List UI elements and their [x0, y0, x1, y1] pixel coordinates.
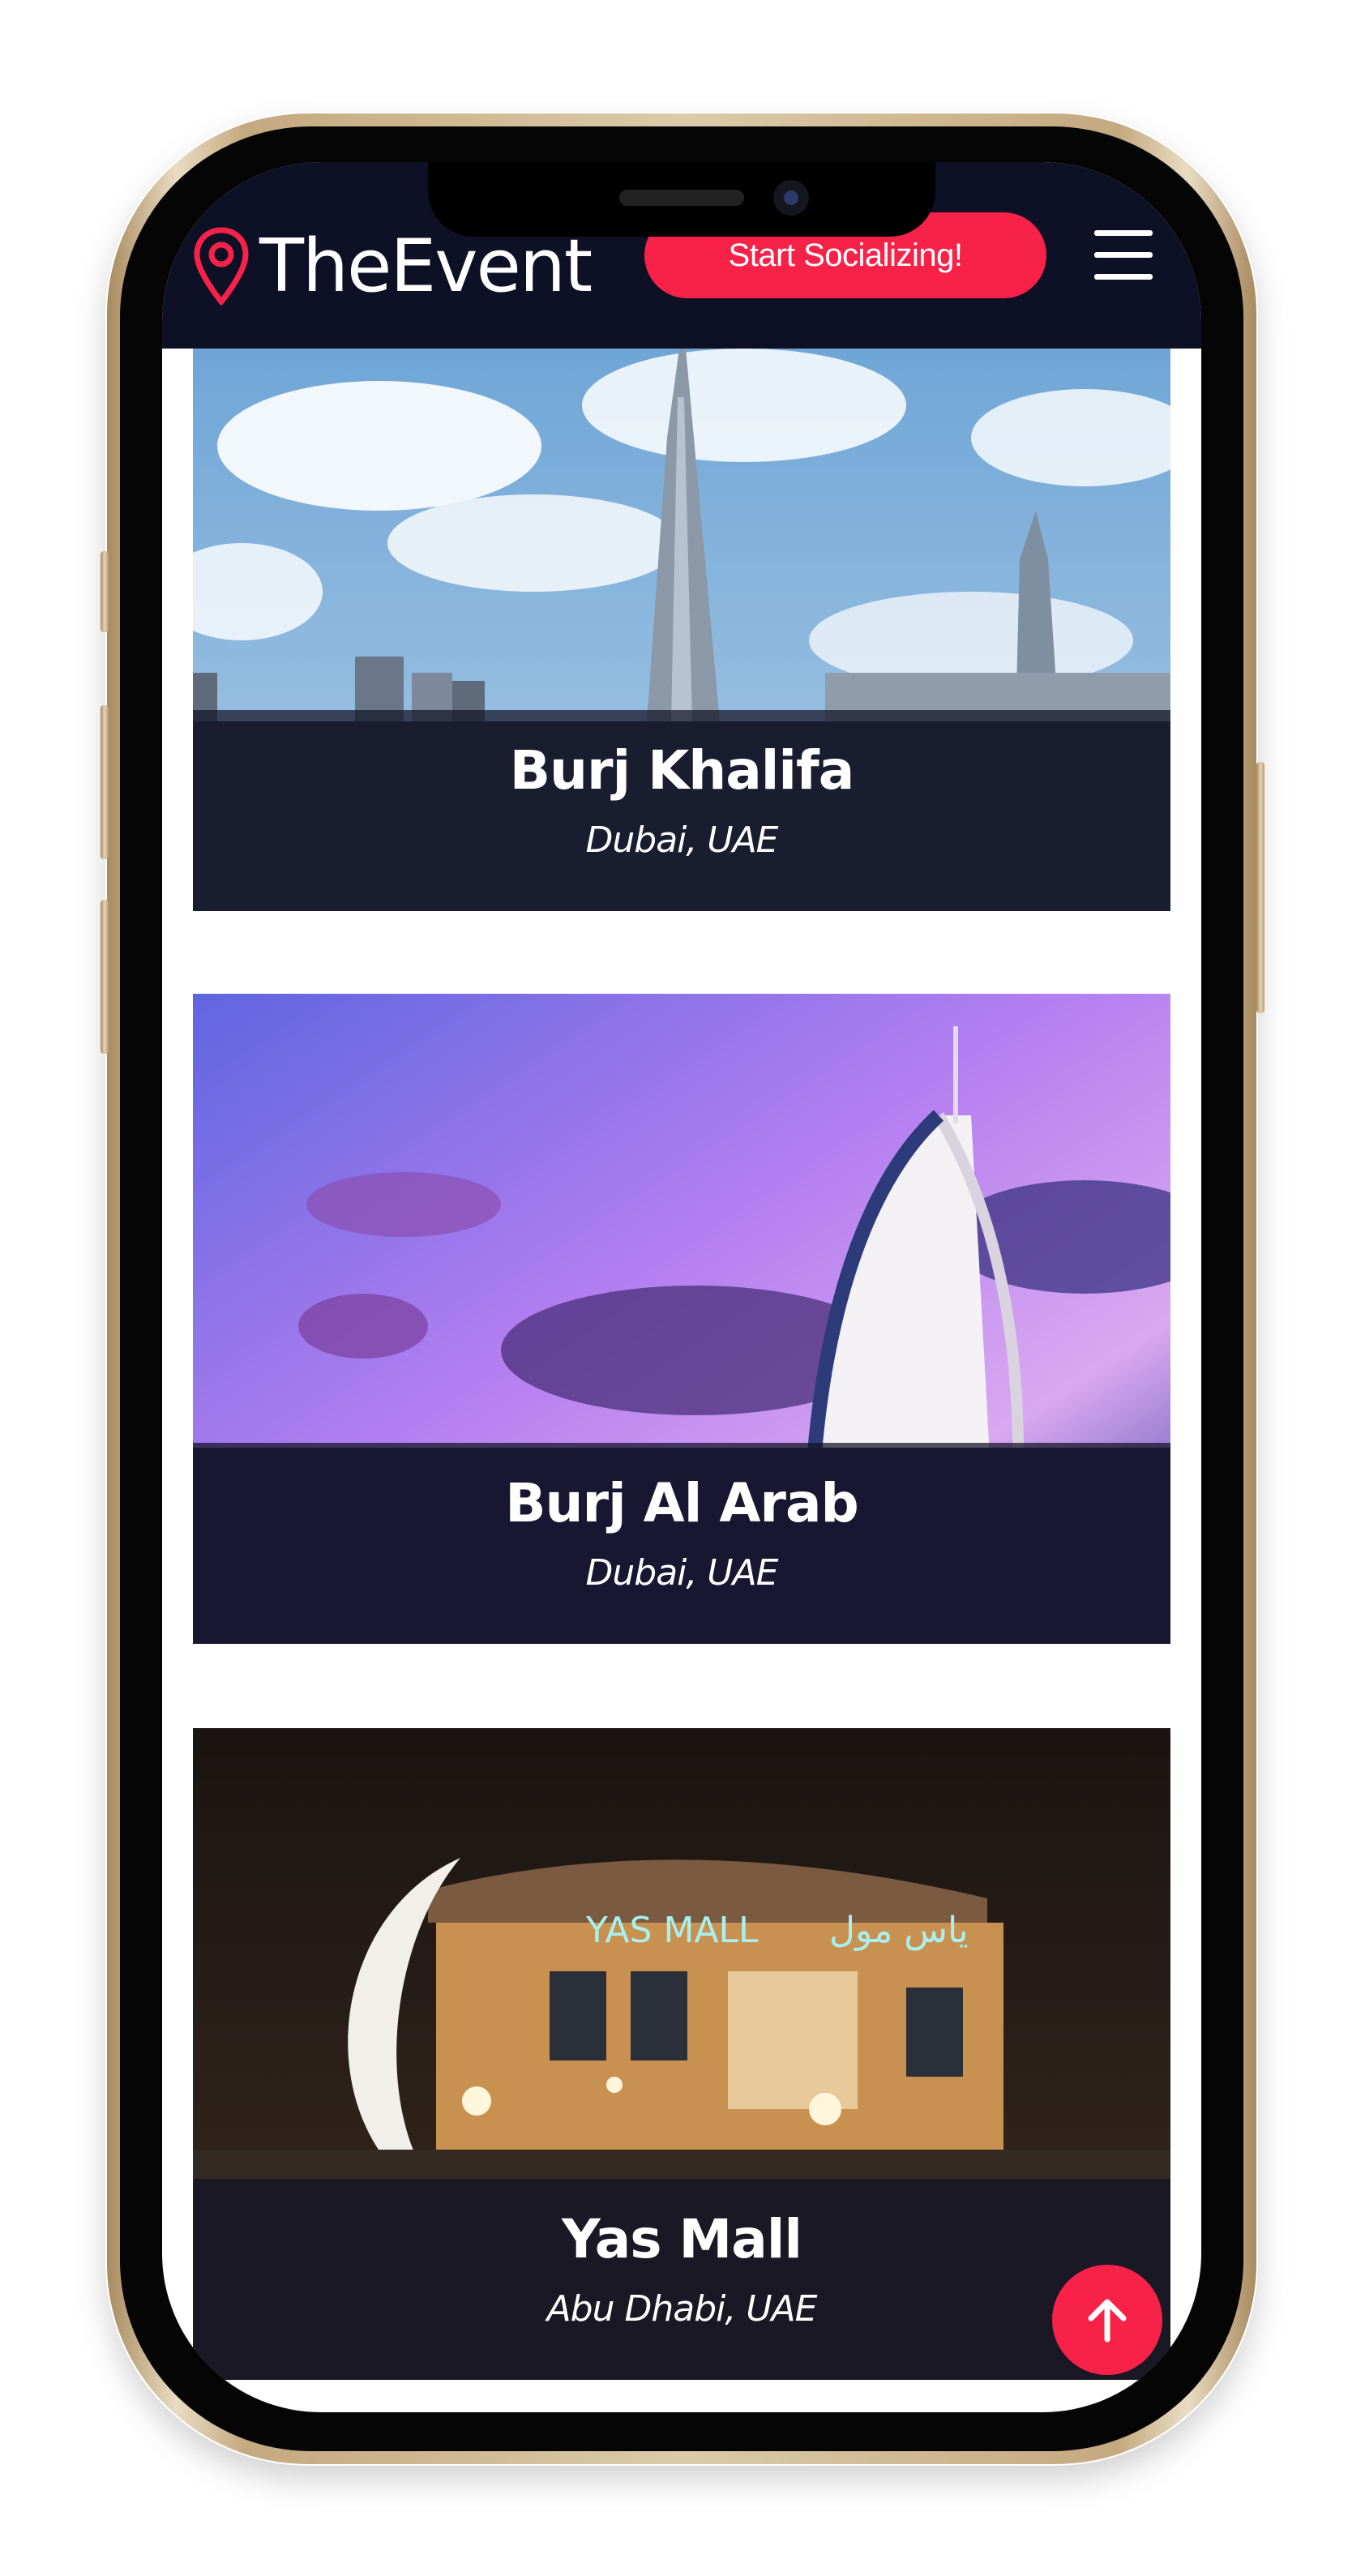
venue-name: Yas Mall: [562, 2208, 802, 2270]
venue-location: Dubai, UAE: [585, 1552, 779, 1594]
mute-switch: [101, 551, 109, 632]
phone-notch: [428, 162, 935, 237]
arrow-up-icon: [1088, 2299, 1127, 2343]
volume-down-button: [101, 900, 109, 1054]
venue-card-burj-al-arab[interactable]: Burj Al Arab Dubai, UAE: [193, 994, 1170, 1644]
venue-location: Dubai, UAE: [585, 819, 779, 861]
power-button: [1256, 762, 1264, 1013]
hamburger-icon[interactable]: [1094, 230, 1153, 282]
venue-location: Abu Dhabi, UAE: [546, 2288, 818, 2330]
yas-mall-sign-latin: YAS MALL: [585, 1910, 759, 1951]
venue-name: Burj Al Arab: [505, 1472, 859, 1534]
venue-card-burj-khalifa[interactable]: Burj Khalifa Dubai, UAE: [193, 349, 1170, 911]
front-camera: [773, 180, 809, 216]
yas-mall-sign-arabic: ياس مول: [829, 1910, 969, 1951]
phone-screen: TheEvent Start Socializing! Burj Khalifa…: [162, 162, 1201, 2412]
venue-caption: Burj Khalifa Dubai, UAE: [193, 710, 1170, 911]
map-pin-icon: [194, 227, 249, 306]
back-to-top-button[interactable]: [1052, 2265, 1162, 2375]
earpiece-speaker: [619, 190, 744, 206]
volume-up-button: [101, 705, 109, 859]
venue-caption: Yas Mall Abu Dhabi, UAE: [193, 2179, 1170, 2380]
venue-caption: Burj Al Arab Dubai, UAE: [193, 1443, 1170, 1644]
venue-name: Burj Khalifa: [509, 739, 855, 802]
venue-card-yas-mall[interactable]: YAS MALL ياس مول Yas Mall Abu Dhabi, UAE: [193, 1728, 1170, 2380]
page: TheEvent Start Socializing! Burj Khalifa…: [0, 0, 1365, 2576]
